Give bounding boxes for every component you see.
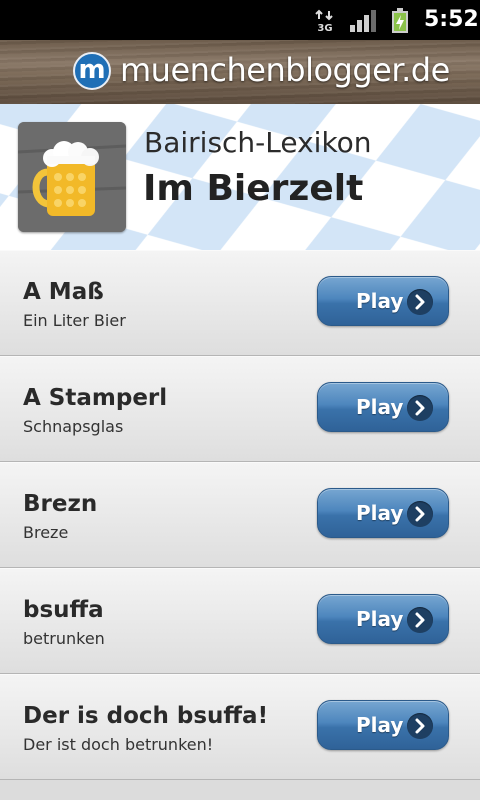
brand-bar: m muenchenblogger.de: [0, 40, 480, 104]
chevron-right-icon: [407, 395, 433, 421]
category-header: Bairisch-Lexikon Im Bierzelt: [0, 104, 480, 251]
phrase-term: bsuffa: [23, 597, 104, 623]
network-3g-icon: 3G: [315, 9, 333, 33]
signal-strength-icon: [350, 10, 376, 32]
beer-mug-icon: [18, 122, 126, 232]
play-button-label: Play: [356, 713, 404, 737]
chevron-right-icon: [407, 501, 433, 527]
phrase-term: A Maß: [23, 279, 104, 305]
phrase-meaning: Schnapsglas: [23, 417, 124, 436]
chevron-right-icon: [407, 289, 433, 315]
logo-letter: m: [78, 55, 106, 85]
battery-charging-icon: [392, 8, 408, 33]
play-button[interactable]: Play: [317, 276, 449, 326]
phrase-term: Brezn: [23, 491, 98, 517]
clock-time: 5:52: [424, 7, 479, 32]
play-button-label: Play: [356, 607, 404, 631]
status-bar: 3G 5:52: [0, 0, 480, 40]
phrase-list: A Maß Ein Liter Bier Play A Stamperl Sch…: [0, 250, 480, 780]
list-item[interactable]: A Maß Ein Liter Bier Play: [0, 250, 480, 356]
muenchenblogger-logo-icon: m: [73, 52, 111, 90]
play-button-label: Play: [356, 289, 404, 313]
brand-name: muenchenblogger.de: [120, 51, 450, 89]
chevron-right-icon: [407, 607, 433, 633]
play-button-label: Play: [356, 395, 404, 419]
phrase-meaning: betrunken: [23, 629, 105, 648]
phrase-meaning: Der ist doch betrunken!: [23, 735, 214, 754]
network-label: 3G: [317, 23, 332, 33]
page-title: Im Bierzelt: [143, 168, 364, 209]
list-item[interactable]: A Stamperl Schnapsglas Play: [0, 356, 480, 462]
play-button[interactable]: Play: [317, 488, 449, 538]
play-button[interactable]: Play: [317, 594, 449, 644]
list-item[interactable]: Der is doch bsuffa! Der ist doch betrunk…: [0, 674, 480, 780]
play-button[interactable]: Play: [317, 700, 449, 750]
phrase-meaning: Breze: [23, 523, 69, 542]
phrase-term: Der is doch bsuffa!: [23, 703, 269, 729]
list-item[interactable]: Brezn Breze Play: [0, 462, 480, 568]
phrase-meaning: Ein Liter Bier: [23, 311, 126, 330]
play-button[interactable]: Play: [317, 382, 449, 432]
play-button-label: Play: [356, 501, 404, 525]
category-subtitle: Bairisch-Lexikon: [144, 126, 372, 159]
list-item[interactable]: bsuffa betrunken Play: [0, 568, 480, 674]
phrase-term: A Stamperl: [23, 385, 168, 411]
chevron-right-icon: [407, 713, 433, 739]
